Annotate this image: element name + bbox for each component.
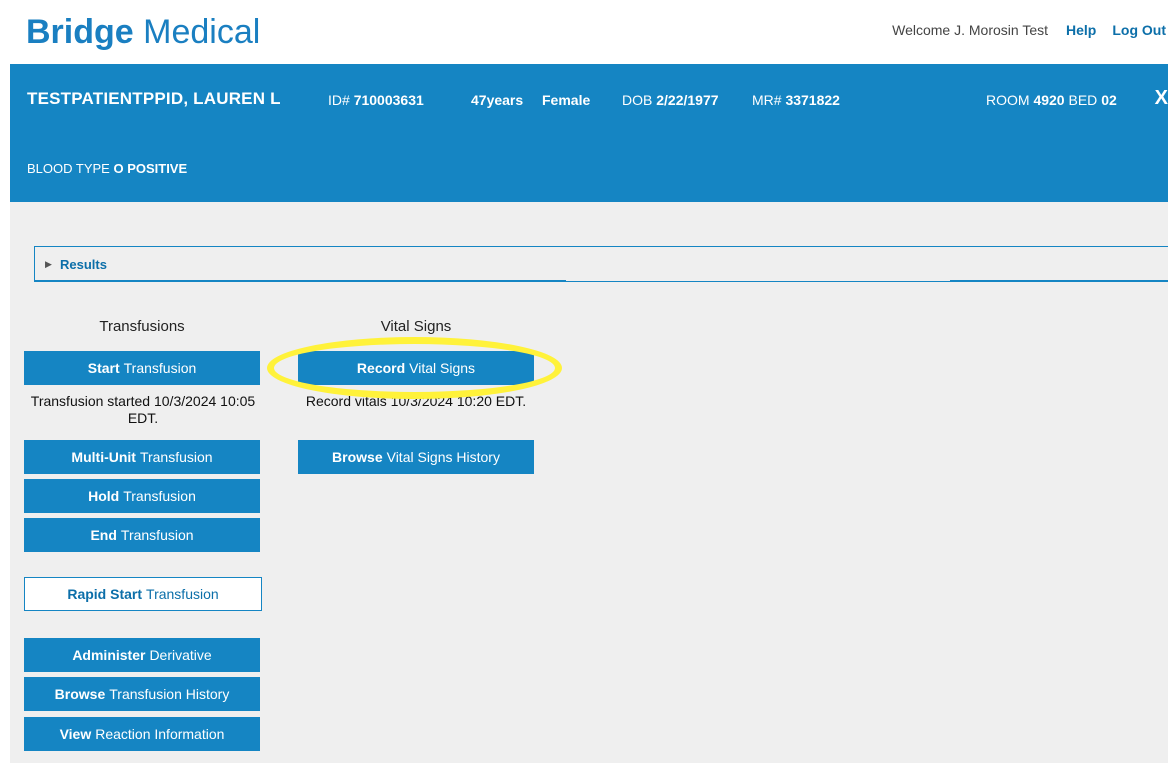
end-transfusion-button[interactable]: End Transfusion [24,518,260,552]
patient-room-label: ROOM [986,92,1030,108]
patient-age-value: 47years [471,92,524,108]
divider [950,280,1168,281]
results-panel-toggle[interactable]: ▶ Results [34,246,1168,282]
start-transfusion-bold: Start [87,360,120,376]
browse-vital-signs-history-button[interactable]: Browse Vital Signs History [298,440,534,474]
browse-transfusion-history-button[interactable]: Browse Transfusion History [24,677,260,711]
divider [34,280,566,281]
vital-signs-heading: Vital Signs [380,318,452,335]
triangle-right-icon: ▶ [45,259,52,269]
multi-unit-bold: Multi-Unit [71,449,136,465]
transfusion-status: Transfusion started 10/3/2024 10:05 EDT. [30,393,256,426]
browse-vitals-bold: Browse [332,449,383,465]
record-vitals-rest: Vital Signs [409,360,476,376]
help-link[interactable]: Help [1066,22,1096,38]
end-rest: Transfusion [120,527,194,543]
patient-id-label: ID# [328,92,350,108]
patient-mr-label: MR# [752,92,782,108]
blood-type: BLOOD TYPE O POSITIVE [27,161,187,176]
patient-room-value: 4920 [1033,92,1065,108]
record-vitals-bold: Record [356,360,406,376]
transfusions-heading: Transfusions [99,318,185,335]
patient-id: ID# 710003631 [328,92,424,108]
end-bold: End [90,527,117,543]
patient-mr: MR# 3371822 [752,92,840,108]
patient-bed-label: BED [1068,92,1098,108]
patient-name: TESTPATIENTPPID, LAUREN L [27,89,281,108]
patient-dob-label: DOB [622,92,653,108]
browse-vitals-rest: Vital Signs History [386,449,500,465]
vitals-status: Record vitals 10/3/2024 10:20 EDT. [305,393,527,409]
patient-bed-value: 02 [1101,92,1117,108]
user-menu: Welcome J. Morosin Test Help Log Out [892,22,1168,38]
patient-sex-value: Female [542,92,591,108]
view-reaction-bold: View [59,726,92,742]
rapid-start-bold: Rapid Start [67,586,143,602]
multi-unit-rest: Transfusion [139,449,213,465]
blood-type-label: BLOOD TYPE [27,161,110,176]
patient-mr-value: 3371822 [785,92,840,108]
patient-id-value: 710003631 [353,92,424,108]
patient-banner: TESTPATIENTPPID, LAUREN L ID# 710003631 … [10,64,1168,202]
administer-bold: Administer [72,647,146,663]
logout-link[interactable]: Log Out [1112,22,1166,38]
top-crop-edge [0,0,1168,6]
close-patient-button[interactable]: X [1155,87,1168,110]
browse-transfusion-bold: Browse [54,686,106,702]
welcome-text: Welcome J. Morosin Test [892,22,1048,38]
view-reaction-information-button[interactable]: View Reaction Information [24,717,260,751]
administer-rest: Derivative [149,647,212,663]
browse-transfusion-rest: Transfusion History [109,686,230,702]
blood-type-value: O POSITIVE [113,161,188,176]
view-reaction-rest: Reaction Information [95,726,225,742]
top-bar: Bridge Medical Welcome J. Morosin Test H… [0,0,1168,64]
multi-unit-transfusion-button[interactable]: Multi-Unit Transfusion [24,440,260,474]
start-transfusion-button[interactable]: Start Transfusion [24,351,260,385]
rapid-start-rest: Transfusion [146,586,219,602]
brand-logo: Bridge Medical [26,10,260,54]
hold-bold: Hold [88,488,120,504]
brand-name-bold: Bridge [26,13,134,51]
hold-transfusion-button[interactable]: Hold Transfusion [24,479,260,513]
patient-sex: Female [542,92,590,108]
results-label[interactable]: Results [60,257,107,272]
brand-name-light: Medical [133,13,261,51]
patient-room: ROOM 4920 BED 02 [986,92,1117,108]
hold-rest: Transfusion [123,488,196,504]
start-transfusion-rest: Transfusion [123,360,197,376]
patient-dob: DOB 2/22/1977 [622,92,719,108]
record-vital-signs-button[interactable]: Record Vital Signs [298,351,534,385]
rapid-start-transfusion-button[interactable]: Rapid Start Transfusion [24,577,262,611]
patient-age: 47years [471,92,523,108]
administer-derivative-button[interactable]: Administer Derivative [24,638,260,672]
patient-dob-value: 2/22/1977 [656,92,719,108]
